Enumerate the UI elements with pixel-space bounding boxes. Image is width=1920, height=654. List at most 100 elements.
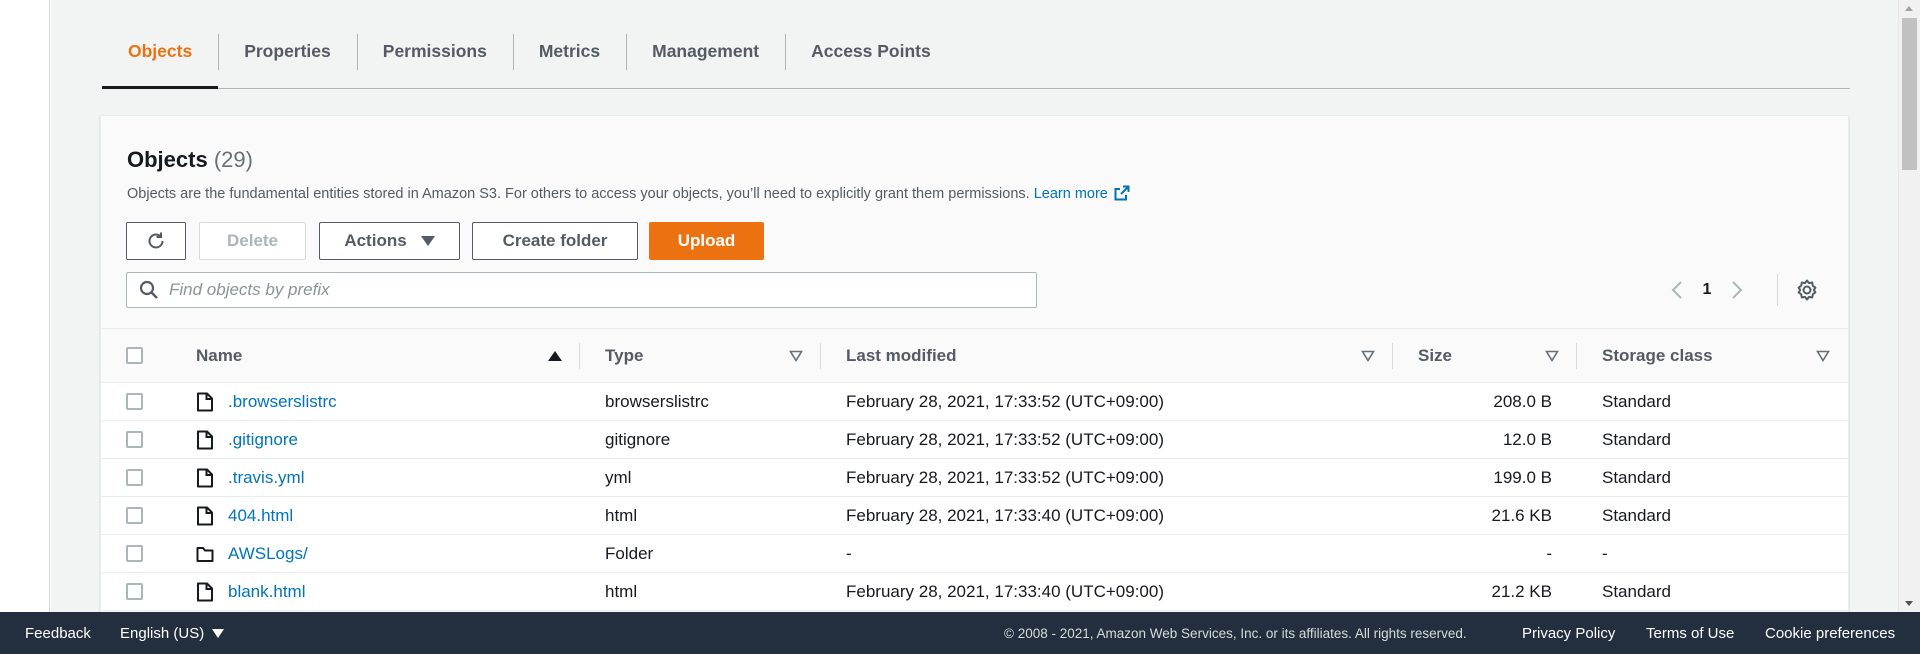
external-link-icon [1114, 185, 1130, 201]
file-icon [197, 392, 213, 411]
object-size: 12.0 B [1502, 429, 1552, 449]
object-name-link[interactable]: 404.html [228, 506, 293, 526]
column-header-storage-class[interactable]: Storage class [1602, 346, 1713, 366]
delete-button[interactable]: Delete [199, 222, 306, 260]
object-type: yml [605, 467, 632, 487]
create-folder-button[interactable]: Create folder [472, 222, 638, 260]
panel-description: Objects are the fundamental entities sto… [127, 185, 1130, 202]
tab-permissions[interactable]: Permissions [356, 30, 513, 88]
object-name-link[interactable]: .gitignore [228, 430, 298, 450]
column-header-type[interactable]: Type [605, 346, 643, 366]
table-row[interactable]: blank.html html February 28, 2021, 17:33:4… [101, 572, 1848, 611]
storage-class: Standard [1602, 429, 1671, 449]
vertical-scrollbar[interactable] [1898, 0, 1920, 612]
object-type: html [605, 505, 638, 525]
caret-down-icon [420, 236, 435, 246]
row-checkbox[interactable] [126, 393, 143, 410]
refresh-button[interactable] [126, 222, 186, 260]
sort-caret-icon[interactable] [1361, 350, 1375, 362]
terms-of-use-link[interactable]: Terms of Use [1646, 625, 1734, 642]
actions-button[interactable]: Actions [319, 222, 460, 260]
storage-class: Standard [1602, 505, 1671, 525]
file-icon [197, 582, 213, 601]
scroll-down-arrow-icon[interactable] [1899, 594, 1920, 612]
tab-access-points[interactable]: Access Points [785, 30, 957, 88]
previous-page-button[interactable] [1666, 276, 1688, 304]
tab-management[interactable]: Management [626, 30, 785, 88]
object-name-link[interactable]: AWSLogs/ [228, 544, 308, 564]
tab-metrics[interactable]: Metrics [512, 30, 626, 88]
object-type: html [605, 581, 638, 601]
last-modified: - [846, 543, 852, 563]
table-settings-button[interactable] [1794, 277, 1820, 303]
last-modified: February 28, 2021, 17:33:40 (UTC+09:00) [846, 505, 1164, 525]
row-checkbox[interactable] [126, 431, 143, 448]
table-row[interactable]: 404.html html February 28, 2021, 17:33:40 … [101, 496, 1848, 535]
table-row[interactable]: .gitignore gitignore February 28, 2021, 17… [101, 420, 1848, 459]
object-count: (29) [213, 147, 253, 172]
column-header-size[interactable]: Size [1418, 346, 1452, 366]
object-size: 21.6 KB [1491, 505, 1553, 525]
object-type: gitignore [605, 429, 671, 449]
privacy-policy-link[interactable]: Privacy Policy [1522, 625, 1615, 642]
object-size: 208.0 B [1493, 391, 1552, 411]
cookie-preferences-link[interactable]: Cookie preferences [1765, 625, 1895, 642]
last-modified: February 28, 2021, 17:33:52 (UTC+09:00) [846, 467, 1164, 487]
gear-icon [1797, 279, 1817, 301]
sort-caret-icon[interactable] [1816, 350, 1830, 362]
pager-divider [1777, 274, 1778, 306]
table-row[interactable]: .browserslistrc browserslistrc February 28… [101, 382, 1848, 421]
storage-class: - [1602, 543, 1608, 563]
object-name-link[interactable]: .browserslistrc [228, 392, 337, 412]
language-selector[interactable]: English (US) [120, 625, 225, 642]
scroll-up-arrow-icon[interactable] [1899, 0, 1920, 18]
copyright-text: © 2008 - 2021, Amazon Web Services, Inc.… [1004, 625, 1467, 641]
storage-class: Standard [1602, 391, 1671, 411]
console-footer: Feedback English (US) © 2008 - 2021, Ama… [0, 612, 1920, 654]
sort-ascending-icon[interactable] [548, 350, 562, 361]
next-page-button[interactable] [1726, 276, 1748, 304]
folder-icon [196, 546, 214, 562]
chevron-left-icon [1671, 281, 1682, 299]
table-header-row: Name Type Last modified Size Storage cla… [101, 328, 1848, 383]
scrollbar-thumb[interactable] [1902, 18, 1917, 170]
objects-table: Name Type Last modified Size Storage cla… [101, 328, 1848, 611]
table-row[interactable]: AWSLogs/Folder - - - [101, 534, 1848, 573]
file-icon [197, 468, 213, 487]
object-name-link[interactable]: blank.html [228, 582, 305, 602]
chevron-right-icon [1732, 281, 1743, 299]
caret-down-icon [212, 628, 225, 638]
storage-class: Standard [1602, 467, 1671, 487]
object-type: browserslistrc [605, 391, 709, 411]
search-input[interactable] [169, 280, 1029, 300]
column-header-last-modified[interactable]: Last modified [846, 346, 957, 366]
object-size: 199.0 B [1493, 467, 1552, 487]
feedback-link[interactable]: Feedback [25, 625, 91, 642]
tab-objects[interactable]: Objects [102, 30, 219, 89]
upload-button[interactable]: Upload [649, 222, 764, 260]
row-checkbox[interactable] [126, 469, 143, 486]
row-checkbox[interactable] [126, 583, 143, 600]
refresh-icon [148, 232, 164, 249]
sort-caret-icon[interactable] [1545, 350, 1559, 362]
tab-properties[interactable]: Properties [218, 30, 357, 88]
sort-caret-icon[interactable] [789, 350, 803, 362]
row-checkbox[interactable] [126, 545, 143, 562]
row-checkbox[interactable] [126, 507, 143, 524]
object-size: - [1546, 543, 1552, 563]
current-page[interactable]: 1 [1688, 281, 1726, 299]
file-icon [197, 430, 213, 449]
last-modified: February 28, 2021, 17:33:40 (UTC+09:00) [846, 581, 1164, 601]
objects-panel: Objects (29) Objects are the fundamental… [100, 115, 1849, 635]
storage-class: Standard [1602, 581, 1671, 601]
object-size: 21.2 KB [1491, 581, 1553, 601]
object-name-link[interactable]: .travis.yml [228, 468, 305, 488]
search-box [126, 272, 1037, 308]
panel-title: Objects (29) [127, 147, 253, 172]
learn-more-link[interactable]: Learn more [1034, 185, 1130, 202]
search-icon [139, 280, 158, 299]
column-header-name[interactable]: Name [196, 346, 242, 366]
pagination: 1 [1666, 276, 1748, 304]
table-row[interactable]: .travis.yml yml February 28, 2021, 17:33:5… [101, 458, 1848, 497]
select-all-checkbox[interactable] [126, 347, 143, 364]
